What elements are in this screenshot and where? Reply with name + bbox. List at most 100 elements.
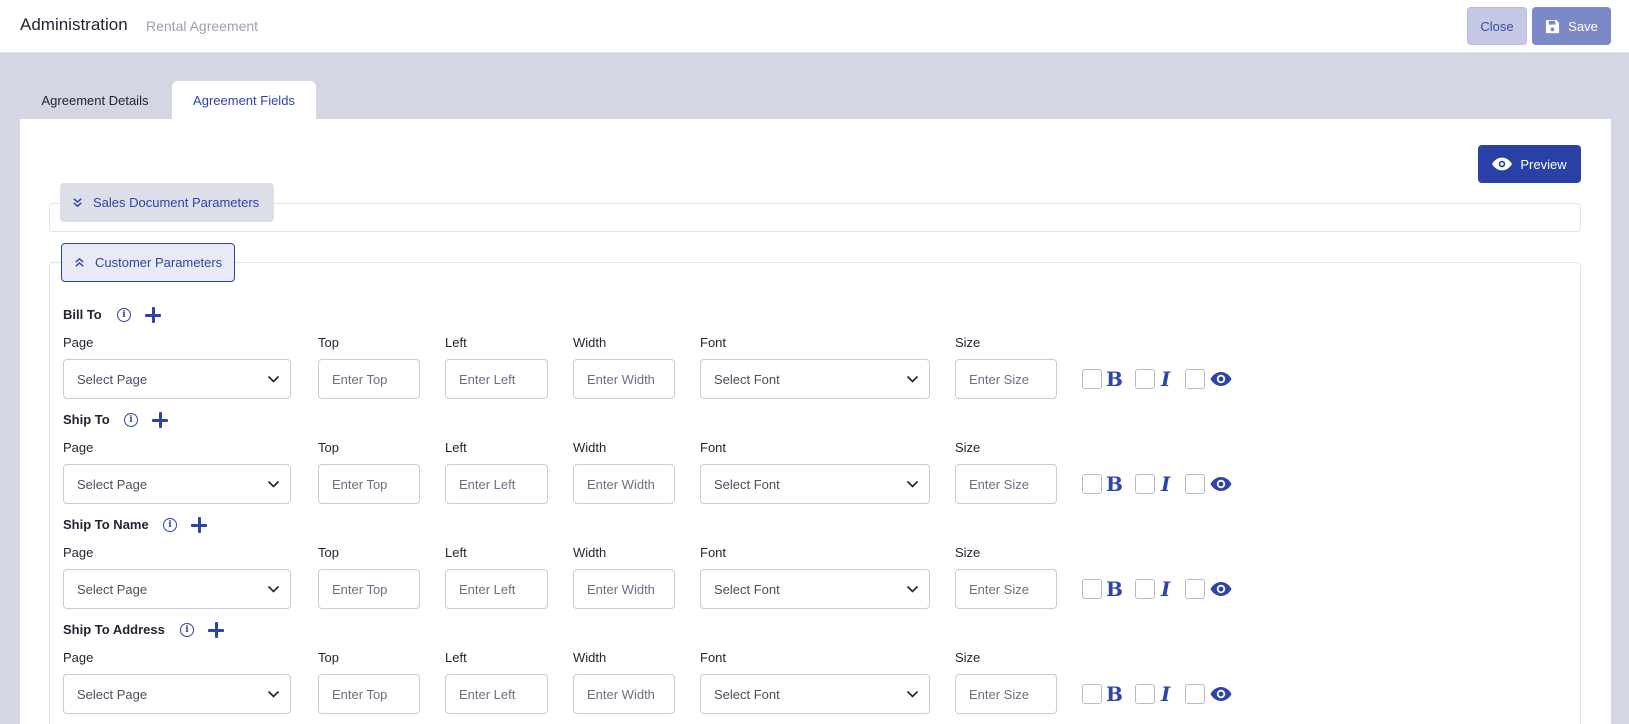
left-label: Left: [445, 650, 467, 665]
info-icon[interactable]: i: [163, 518, 177, 532]
top-label: Top: [318, 335, 339, 350]
size-input[interactable]: [955, 359, 1057, 399]
chevron-double-up-icon: [75, 257, 84, 267]
width-input[interactable]: [573, 464, 675, 504]
page-select[interactable]: Select Page: [63, 359, 291, 399]
top-label: Top: [318, 650, 339, 665]
sales-parameters-toggle[interactable]: Sales Document Parameters: [60, 183, 274, 222]
font-label: Font: [700, 440, 727, 455]
page-select-value: Select Page: [77, 476, 148, 492]
info-icon[interactable]: i: [117, 308, 131, 322]
chevron-down-icon: [267, 375, 280, 383]
top-input[interactable]: [318, 569, 420, 609]
font-select[interactable]: Select Font: [700, 569, 930, 609]
top-input[interactable]: [318, 359, 420, 399]
tab-label: Agreement Details: [41, 92, 149, 108]
italic-checkbox[interactable]: [1135, 369, 1155, 389]
visible-checkbox[interactable]: [1185, 684, 1205, 704]
left-input[interactable]: [445, 464, 548, 504]
eye-icon[interactable]: [1210, 476, 1232, 492]
width-label: Width: [573, 650, 607, 665]
plus-icon[interactable]: [145, 307, 161, 323]
width-label: Width: [573, 545, 607, 560]
save-button-label: Save: [1568, 18, 1598, 34]
page-label: Page: [63, 440, 94, 455]
left-input[interactable]: [445, 674, 548, 714]
plus-icon[interactable]: [208, 622, 224, 638]
size-input[interactable]: [955, 569, 1057, 609]
italic-checkbox[interactable]: [1135, 474, 1155, 494]
close-button[interactable]: Close: [1467, 7, 1527, 45]
page-select-value: Select Page: [77, 686, 148, 702]
page-subtitle: Rental Agreement: [146, 18, 259, 34]
bold-icon: B: [1106, 682, 1123, 706]
font-select-value: Select Font: [714, 581, 780, 597]
top-input[interactable]: [318, 674, 420, 714]
bold-checkbox[interactable]: [1082, 474, 1102, 494]
size-input[interactable]: [955, 674, 1057, 714]
bold-icon: B: [1106, 577, 1123, 601]
font-label: Font: [700, 650, 727, 665]
field-title-ship-to-address: Ship To Address: [63, 622, 165, 637]
font-select[interactable]: Select Font: [700, 674, 930, 714]
top-input[interactable]: [318, 464, 420, 504]
left-input[interactable]: [445, 569, 548, 609]
chevron-down-icon: [906, 690, 919, 698]
chevron-down-icon: [267, 690, 280, 698]
app-title: Administration: [20, 15, 128, 34]
top-label: Top: [318, 545, 339, 560]
size-label: Size: [955, 440, 981, 455]
width-input[interactable]: [573, 569, 675, 609]
left-input[interactable]: [445, 359, 548, 399]
chevron-down-icon: [267, 480, 280, 488]
customer-parameters-toggle[interactable]: Customer Parameters: [61, 243, 235, 282]
page-select[interactable]: Select Page: [63, 674, 291, 714]
font-select[interactable]: Select Font: [700, 359, 930, 399]
font-label: Font: [700, 335, 727, 350]
font-select[interactable]: Select Font: [700, 464, 930, 504]
bold-checkbox[interactable]: [1082, 369, 1102, 389]
size-input[interactable]: [955, 464, 1057, 504]
size-label: Size: [955, 335, 981, 350]
eye-icon[interactable]: [1210, 686, 1232, 702]
visible-checkbox[interactable]: [1185, 369, 1205, 389]
page-label: Page: [63, 545, 94, 560]
font-label: Font: [700, 545, 727, 560]
width-input[interactable]: [573, 359, 675, 399]
chevron-down-icon: [906, 480, 919, 488]
page-select-value: Select Page: [77, 581, 148, 597]
top-label: Top: [318, 440, 339, 455]
left-label: Left: [445, 335, 467, 350]
page-select[interactable]: Select Page: [63, 569, 291, 609]
tab-agreement-fields[interactable]: Agreement Fields: [172, 81, 316, 119]
info-icon[interactable]: i: [124, 413, 138, 427]
eye-icon[interactable]: [1210, 581, 1232, 597]
field-title-ship-to-name: Ship To Name: [63, 517, 149, 532]
left-label: Left: [445, 440, 467, 455]
tab-agreement-details[interactable]: Agreement Details: [20, 81, 170, 119]
page-select[interactable]: Select Page: [63, 464, 291, 504]
preview-button-label: Preview: [1520, 156, 1567, 172]
size-label: Size: [955, 650, 981, 665]
save-button[interactable]: Save: [1532, 7, 1611, 45]
italic-icon: I: [1161, 577, 1171, 601]
bold-checkbox[interactable]: [1082, 684, 1102, 704]
italic-checkbox[interactable]: [1135, 579, 1155, 599]
eye-icon: [1492, 157, 1513, 171]
visible-checkbox[interactable]: [1185, 474, 1205, 494]
size-label: Size: [955, 545, 981, 560]
eye-icon[interactable]: [1210, 371, 1232, 387]
font-select-value: Select Font: [714, 476, 780, 492]
plus-icon[interactable]: [191, 517, 207, 533]
visible-checkbox[interactable]: [1185, 579, 1205, 599]
bold-icon: B: [1106, 367, 1123, 391]
plus-icon[interactable]: [152, 412, 168, 428]
left-label: Left: [445, 545, 467, 560]
bold-checkbox[interactable]: [1082, 579, 1102, 599]
font-select-value: Select Font: [714, 371, 780, 387]
italic-checkbox[interactable]: [1135, 684, 1155, 704]
info-icon[interactable]: i: [180, 623, 194, 637]
preview-button[interactable]: Preview: [1478, 145, 1581, 183]
chevron-down-icon: [906, 585, 919, 593]
width-input[interactable]: [573, 674, 675, 714]
